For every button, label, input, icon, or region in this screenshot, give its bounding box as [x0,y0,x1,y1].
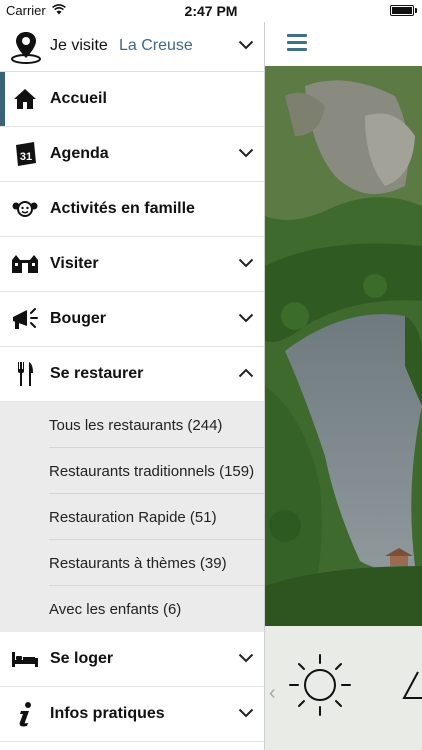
restaurant-submenu: Tous les restaurants (244) Restaurants t… [0,402,264,632]
submenu-item-label: Avec les enfants (6) [49,601,182,618]
previous-arrow-icon[interactable]: ‹ [269,682,276,705]
fork-knife-icon [11,360,39,388]
submenu-item-label: Restaurants à thèmes (39) [49,555,227,572]
submenu-item-label: Restaurants traditionnels (159) [49,463,255,480]
sun-icon [289,654,351,716]
svg-text:31: 31 [20,151,32,163]
submenu-item-restauration-rapide[interactable]: Restauration Rapide (51) [0,494,264,540]
megaphone-icon [11,305,39,333]
location-selector[interactable]: Je visite La Creuse [0,22,264,72]
navigation-drawer: Je visite La Creuse Accueil 31 Agenda Ac… [0,0,265,750]
menu-item-label: Infos pratiques [50,705,165,722]
menu-item-label: Se loger [50,650,114,667]
chevron-down-icon[interactable] [238,148,254,158]
building-icon [11,250,39,278]
info-icon [11,700,39,728]
chevron-down-icon[interactable] [238,40,254,50]
menu-item-activites-famille[interactable]: Activités en famille [0,182,264,237]
submenu-item-label: Tous les restaurants (244) [49,417,223,434]
content-header [265,22,422,66]
menu-item-label: Bouger [50,310,106,327]
chevron-down-icon[interactable] [238,258,254,268]
submenu-item-restaurants-traditionnels[interactable]: Restaurants traditionnels (159) [0,448,264,494]
menu-item-se-restaurer[interactable]: Se restaurer [0,347,264,402]
hero-image [265,66,422,626]
chevron-down-icon[interactable] [238,313,254,323]
chevron-down-icon[interactable] [238,653,254,663]
weather-panel: ‹ [265,626,422,750]
menu-item-label: Accueil [50,90,107,107]
clock: 2:47 PM [184,3,238,19]
warning-icon [402,671,422,699]
submenu-item-tous-restaurants[interactable]: Tous les restaurants (244) [0,402,264,448]
battery-icon [390,5,417,16]
main-content: ‹ [265,0,422,750]
bed-icon [11,645,39,673]
location-pin-icon [11,32,41,64]
menu-item-agenda[interactable]: 31 Agenda [0,127,264,182]
chevron-down-icon[interactable] [238,708,254,718]
menu-item-label: Se restaurer [50,365,144,382]
submenu-item-label: Restauration Rapide (51) [49,509,217,526]
chevron-up-icon[interactable] [238,368,254,378]
menu-item-label: Visiter [50,255,99,272]
home-icon [11,85,39,113]
status-bar: Carrier 2:47 PM [0,0,422,22]
submenu-item-restaurants-themes[interactable]: Restaurants à thèmes (39) [0,540,264,586]
menu-item-accueil[interactable]: Accueil [0,72,264,127]
menu-item-visiter[interactable]: Visiter [0,237,264,292]
location-label: Je visite [50,37,108,54]
menu-item-label: Activités en famille [50,200,195,217]
calendar-icon: 31 [11,140,39,168]
family-icon [11,195,39,223]
menu-item-infos-pratiques[interactable]: Infos pratiques [0,687,264,742]
menu-item-label: Agenda [50,145,109,162]
location-value: La Creuse [119,37,193,54]
main-menu: Accueil 31 Agenda Activités en famille V… [0,72,264,742]
menu-item-se-loger[interactable]: Se loger [0,632,264,687]
menu-item-bouger[interactable]: Bouger [0,292,264,347]
submenu-item-avec-enfants[interactable]: Avec les enfants (6) [0,586,264,632]
hamburger-menu-icon[interactable] [287,34,307,52]
